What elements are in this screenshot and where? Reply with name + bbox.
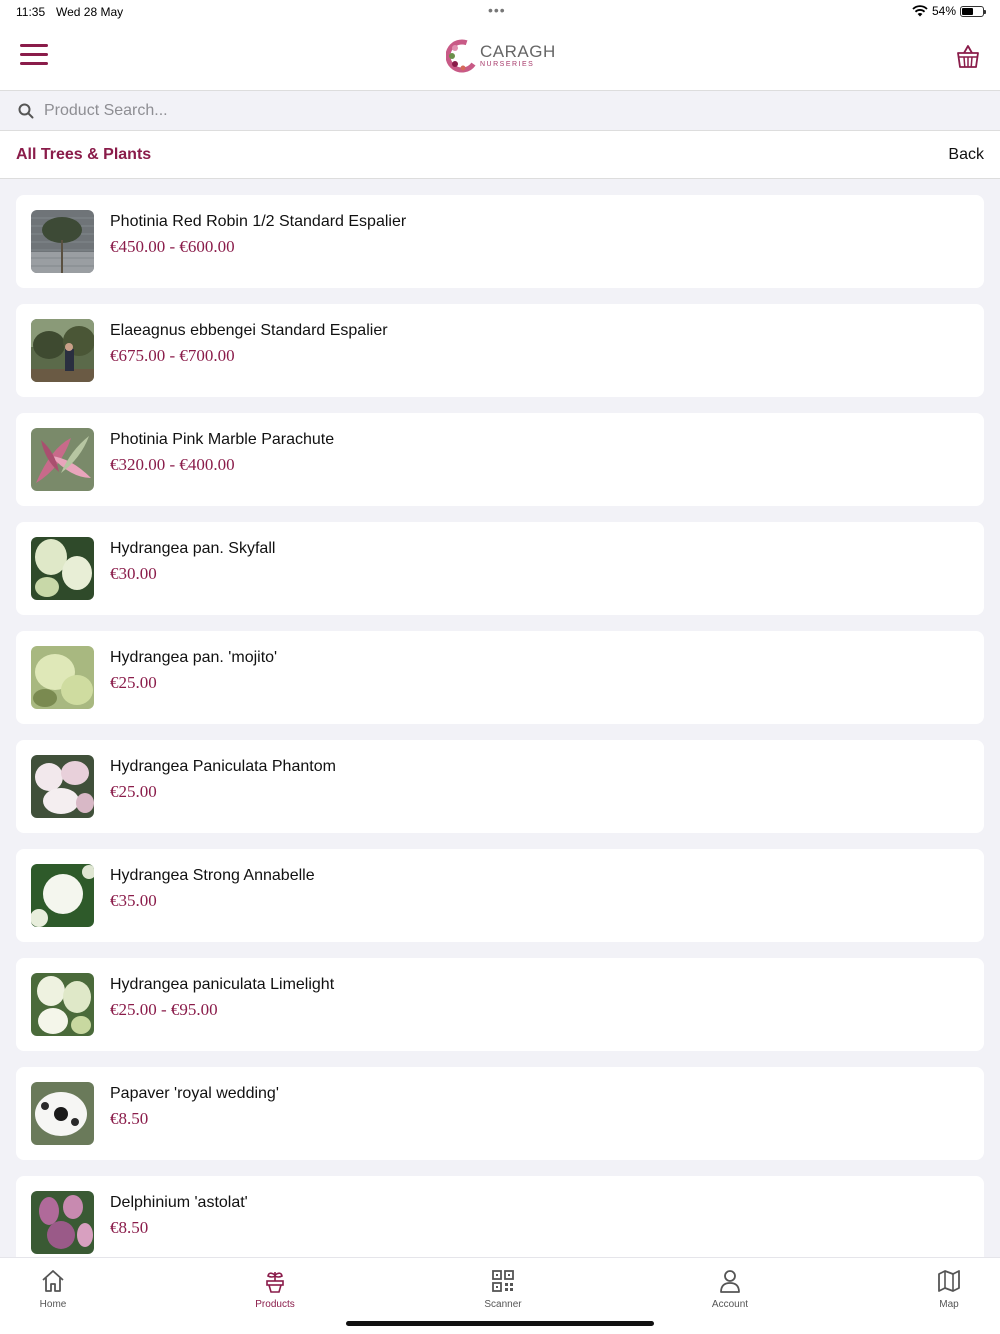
- tab-products[interactable]: Products: [235, 1268, 315, 1310]
- home-icon: [42, 1270, 64, 1292]
- product-price: €675.00 - €700.00: [110, 346, 235, 365]
- logo-name: CARAGH: [480, 42, 556, 61]
- battery-percent: 54%: [931, 4, 956, 18]
- search-icon: [18, 103, 34, 119]
- product-thumbnail: [31, 864, 94, 927]
- product-thumbnail: [31, 973, 94, 1036]
- product-card[interactable]: Hydrangea Strong Annabelle €35.00: [16, 849, 984, 942]
- product-thumbnail: [31, 428, 94, 491]
- product-thumbnail: [31, 755, 94, 818]
- tab-scanner-label: Scanner: [484, 1299, 522, 1310]
- multitasking-dots-icon[interactable]: •••: [488, 2, 506, 18]
- product-thumbnail: [31, 1082, 94, 1145]
- product-name: Elaeagnus ebbengei Standard Espalier: [110, 322, 388, 339]
- product-thumbnail: [31, 210, 94, 273]
- product-name: Delphinium 'astolat': [110, 1194, 248, 1211]
- logo-subtitle: NURSERIES: [480, 61, 535, 68]
- product-name: Hydrangea paniculata Limelight: [110, 976, 335, 993]
- product-price: €25.00 - €95.00: [110, 1000, 218, 1019]
- status-bar: 11:35 Wed 28 May ••• 54%: [0, 0, 1000, 24]
- tab-home[interactable]: Home: [13, 1268, 93, 1310]
- product-price: €25.00: [110, 782, 157, 801]
- product-card[interactable]: Hydrangea paniculata Limelight €25.00 - …: [16, 958, 984, 1051]
- status-indicators: 54%: [912, 4, 986, 18]
- product-name: Photinia Pink Marble Parachute: [110, 431, 335, 448]
- wifi-icon: [912, 5, 928, 17]
- product-price: €450.00 - €600.00: [110, 237, 235, 256]
- product-name: Hydrangea pan. 'mojito': [110, 649, 278, 666]
- logo-mark-icon: [446, 39, 478, 73]
- brand-logo: CARAGH NURSERIES: [446, 38, 556, 74]
- back-button[interactable]: Back: [948, 146, 984, 164]
- product-card[interactable]: Papaver 'royal wedding' €8.50: [16, 1067, 984, 1160]
- plant-pot-icon: [266, 1272, 284, 1293]
- breadcrumb-all-trees-plants[interactable]: All Trees & Plants: [16, 146, 151, 164]
- product-card[interactable]: Hydrangea pan. Skyfall €30.00: [16, 522, 984, 615]
- battery-fill: [962, 7, 973, 15]
- qr-code-icon: [492, 1270, 514, 1292]
- status-time: 11:35: [16, 5, 46, 19]
- app-header: CARAGH NURSERIES: [0, 24, 1000, 90]
- category-nav-row: All Trees & Plants Back: [0, 131, 1000, 179]
- product-list[interactable]: Photinia Red Robin 1/2 Standard Espalier…: [16, 195, 984, 1257]
- basket-icon[interactable]: [956, 43, 980, 69]
- product-price: €8.50: [110, 1218, 149, 1237]
- product-card[interactable]: Photinia Pink Marble Parachute €320.00 -…: [16, 413, 984, 506]
- home-indicator[interactable]: [346, 1321, 654, 1326]
- product-card[interactable]: Photinia Red Robin 1/2 Standard Espalier…: [16, 195, 984, 288]
- search-bar: [0, 90, 1000, 131]
- product-name: Papaver 'royal wedding': [110, 1085, 279, 1102]
- tab-home-label: Home: [39, 1299, 67, 1310]
- product-thumbnail: [31, 319, 94, 382]
- product-name: Photinia Red Robin 1/2 Standard Espalier: [110, 213, 407, 230]
- product-thumbnail: [31, 1191, 94, 1254]
- product-thumbnail: [31, 537, 94, 600]
- map-icon: [938, 1270, 960, 1292]
- product-price: €25.00: [110, 673, 157, 692]
- product-card[interactable]: Elaeagnus ebbengei Standard Espalier €67…: [16, 304, 984, 397]
- product-name: Hydrangea Strong Annabelle: [110, 867, 315, 884]
- battery-icon: [960, 5, 986, 17]
- status-date: Wed 28 May: [56, 5, 124, 19]
- product-price: €35.00: [110, 891, 157, 910]
- product-price: €30.00: [110, 564, 157, 583]
- product-name: Hydrangea pan. Skyfall: [110, 540, 276, 557]
- user-icon: [720, 1270, 740, 1293]
- product-price: €8.50: [110, 1109, 149, 1128]
- product-thumbnail: [31, 646, 94, 709]
- product-card[interactable]: Hydrangea Paniculata Phantom €25.00: [16, 740, 984, 833]
- product-search-input[interactable]: [44, 99, 944, 123]
- product-card[interactable]: Hydrangea pan. 'mojito' €25.00: [16, 631, 984, 724]
- product-price: €320.00 - €400.00: [110, 455, 235, 474]
- tab-scanner[interactable]: Scanner: [463, 1268, 543, 1310]
- tab-map-label: Map: [939, 1299, 959, 1310]
- tab-products-label: Products: [255, 1299, 295, 1310]
- product-card[interactable]: Delphinium 'astolat' €8.50: [16, 1176, 984, 1257]
- tab-map[interactable]: Map: [909, 1268, 989, 1310]
- tab-account-label: Account: [711, 1299, 749, 1310]
- product-name: Hydrangea Paniculata Phantom: [110, 758, 336, 775]
- tab-account[interactable]: Account: [690, 1268, 770, 1310]
- hamburger-icon[interactable]: [20, 44, 48, 68]
